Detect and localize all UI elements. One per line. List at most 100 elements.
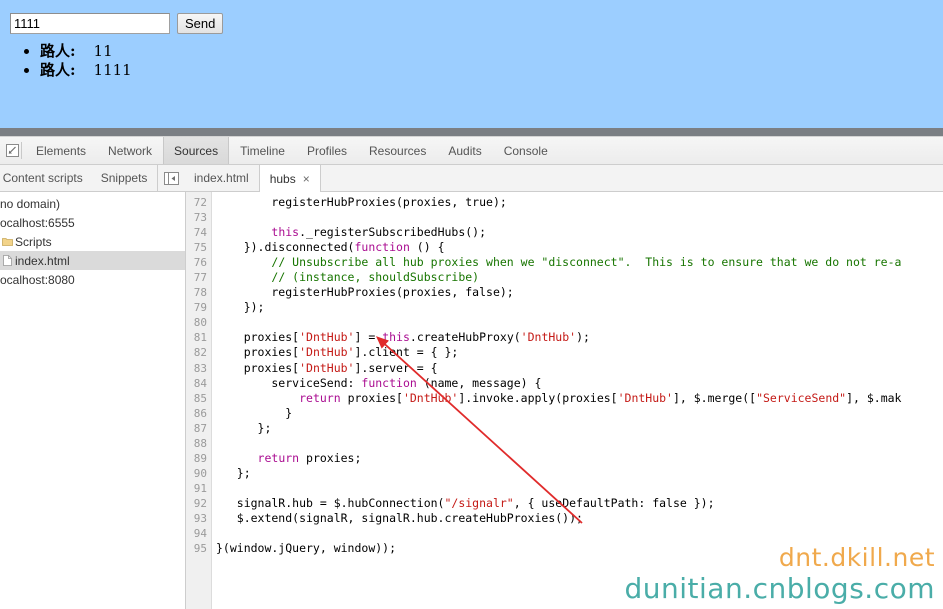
code-token: proxies;	[299, 450, 362, 465]
code-token: ].server = {	[354, 360, 438, 375]
code-line[interactable]: }).disconnected(function () {	[212, 240, 943, 255]
page-viewport: Send 路人: 11 路人: 1111	[0, 0, 943, 128]
code-line[interactable]: registerHubProxies(proxies, true);	[212, 195, 943, 210]
code-line[interactable]	[212, 315, 943, 330]
code-token: (name, message) {	[416, 375, 542, 390]
inspect-element-icon[interactable]	[0, 137, 21, 164]
code-token: proxies[	[216, 330, 300, 345]
tab-console[interactable]: Console	[493, 137, 559, 164]
tree-item-scripts[interactable]: Scripts	[0, 232, 185, 251]
tab-network[interactable]: Network	[97, 137, 163, 164]
message-body: 1111	[93, 61, 132, 79]
nav-tab-snippets[interactable]: Snippets	[92, 165, 157, 191]
code-token: };	[216, 420, 272, 435]
file-icon	[0, 255, 14, 266]
nav-tab-content-scripts[interactable]: Content scripts	[0, 165, 92, 191]
code-line[interactable]	[212, 526, 943, 541]
tree-item-localhost-6555[interactable]: ocalhost:6555	[0, 213, 185, 232]
code-token: );	[576, 330, 590, 345]
code-line[interactable]	[212, 481, 943, 496]
devtools-panel: Elements Network Sources Timeline Profil…	[0, 137, 943, 609]
line-number: 95	[193, 542, 207, 556]
code-line[interactable]: serviceSend: function (name, message) {	[212, 376, 943, 391]
line-number: 86	[193, 406, 207, 420]
code-line[interactable]: }	[212, 406, 943, 421]
code-token: }(window.jQuery, window));	[216, 541, 397, 556]
code-line[interactable]: };	[212, 421, 943, 436]
editor-tab-index-html[interactable]: index.html	[184, 165, 259, 191]
code-token: 'DntHub'	[520, 330, 577, 345]
tab-sources[interactable]: Sources	[163, 137, 230, 164]
code-token: }).disconnected(	[216, 240, 355, 255]
code-line[interactable]: registerHubProxies(proxies, false);	[212, 285, 943, 300]
devtools-toolbar: Elements Network Sources Timeline Profil…	[0, 137, 943, 165]
code-token: registerHubProxies(proxies, false);	[216, 285, 514, 300]
tab-resources[interactable]: Resources	[358, 137, 437, 164]
line-number: 94	[193, 527, 207, 541]
line-number: 75	[193, 241, 207, 255]
code-token: proxies[	[216, 360, 300, 375]
tree-item-localhost-8080[interactable]: ocalhost:8080	[0, 270, 185, 289]
tree-item-no-domain[interactable]: no domain)	[0, 194, 185, 213]
line-number: 80	[193, 316, 207, 330]
line-number: 90	[193, 466, 207, 480]
code-token: proxies[	[340, 390, 403, 405]
code-token: proxies[	[216, 345, 300, 360]
tree-item-index-html[interactable]: index.html	[0, 251, 185, 270]
sidebar-toggle-icon[interactable]	[158, 165, 184, 191]
tab-profiles[interactable]: Profiles	[296, 137, 358, 164]
code-token: this	[382, 330, 410, 345]
code-token: "ServiceSend"	[756, 390, 847, 405]
code-line[interactable]: return proxies['DntHub'].invoke.apply(pr…	[212, 391, 943, 406]
line-number: 77	[193, 271, 207, 285]
devtools-panel-tabs: Elements Network Sources Timeline Profil…	[22, 137, 559, 164]
code-line[interactable]: return proxies;	[212, 451, 943, 466]
code-token: 'DntHub'	[299, 360, 355, 375]
code-token: ].client = { };	[354, 345, 459, 360]
tree-item-label: Scripts	[15, 234, 52, 249]
code-token: function	[354, 240, 410, 255]
code-token: }	[216, 405, 293, 420]
code-line[interactable]: proxies['DntHub'] = this.createHubProxy(…	[212, 330, 943, 345]
code-line[interactable]: $.extend(signalR, signalR.hub.createHubP…	[212, 511, 943, 526]
code-editor[interactable]: 72 73 74 75 76 77 78 79 80 81 82 83 84 85 86 87 88 89 90 91…	[186, 192, 943, 609]
tab-timeline[interactable]: Timeline	[229, 137, 296, 164]
line-number: 91	[193, 481, 207, 495]
code-line[interactable]: // Unsubscribe all hub proxies when we "…	[212, 255, 943, 270]
code-line[interactable]: proxies['DntHub'].server = {	[212, 361, 943, 376]
line-number: 88	[193, 436, 207, 450]
code-line[interactable]: // (instance, shouldSubscribe)	[212, 270, 943, 285]
tab-elements[interactable]: Elements	[25, 137, 97, 164]
line-number: 76	[193, 256, 207, 270]
line-number-gutter: 72 73 74 75 76 77 78 79 80 81 82 83 84 85 86 87 88 89 90 91…	[186, 192, 212, 609]
tree-item-label: ocalhost:8080	[0, 272, 75, 287]
send-button[interactable]: Send	[177, 13, 224, 34]
code-line[interactable]: signalR.hub = $.hubConnection("/signalr"…	[212, 496, 943, 511]
editor-tab-label: hubs	[269, 171, 296, 186]
editor-tab-hubs[interactable]: hubs ×	[258, 165, 321, 192]
code-line[interactable]	[212, 210, 943, 225]
editor-tab-label: index.html	[194, 171, 249, 185]
code-line[interactable]: proxies['DntHub'].client = { };	[212, 345, 943, 360]
code-line[interactable]: this._registerSubscribedHubs();	[212, 225, 943, 240]
line-number: 87	[193, 421, 207, 435]
file-navigator: no domain) ocalhost:6555 Scripts index.h…	[0, 192, 186, 609]
code-line[interactable]	[212, 436, 943, 451]
message-input[interactable]	[10, 13, 170, 34]
code-token: ].invoke.apply(proxies[	[458, 390, 618, 405]
line-number: 82	[193, 346, 207, 360]
code-line[interactable]: });	[212, 300, 943, 315]
line-number: 81	[193, 331, 207, 345]
line-number: 89	[193, 451, 207, 465]
code-line[interactable]: };	[212, 466, 943, 481]
tab-audits[interactable]: Audits	[437, 137, 492, 164]
close-icon[interactable]: ×	[303, 173, 310, 185]
code-content[interactable]: registerHubProxies(proxies, true); this.…	[212, 192, 943, 609]
devtools-resize-divider[interactable]	[0, 128, 943, 137]
code-line[interactable]: }(window.jQuery, window));	[212, 541, 943, 556]
line-number: 74	[193, 226, 207, 240]
message-sender: 路人:	[40, 61, 76, 79]
sources-nav-tabs: es Content scripts Snippets	[0, 165, 158, 191]
code-token: };	[216, 465, 251, 480]
